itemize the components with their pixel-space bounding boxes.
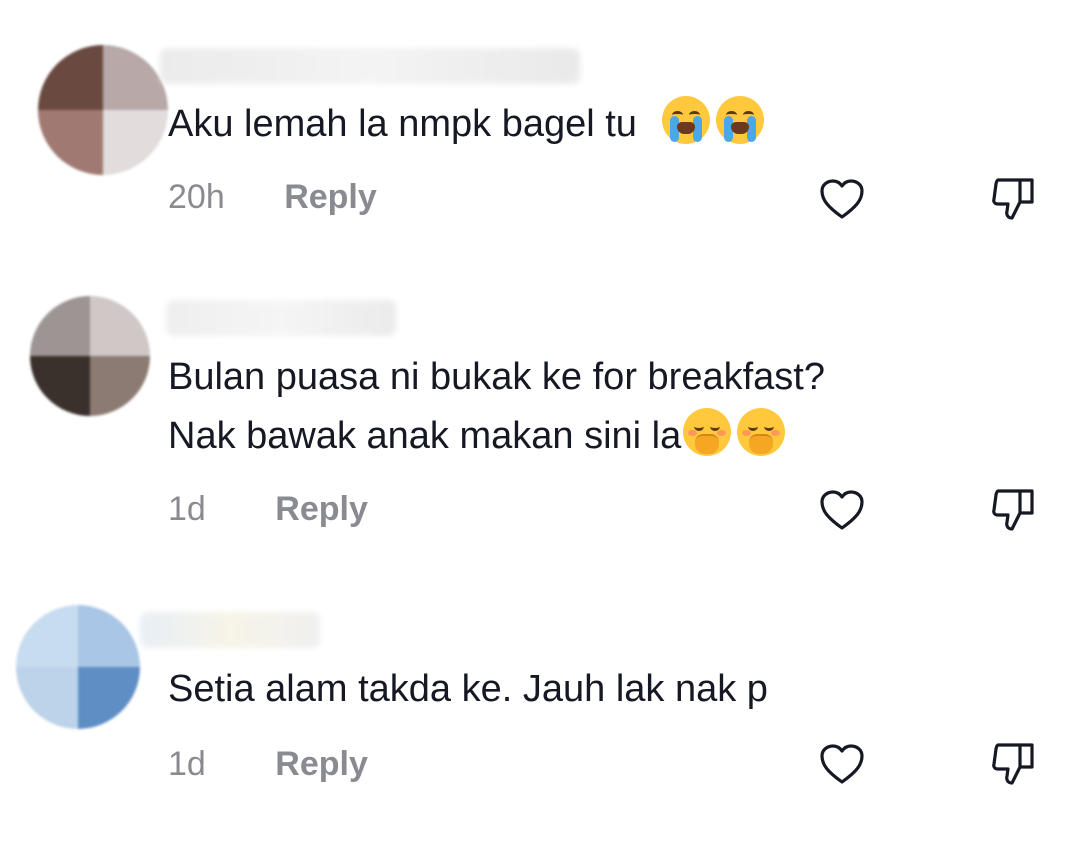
reply-button[interactable]: Reply (275, 745, 368, 784)
avatar[interactable] (16, 605, 140, 729)
thumbs-down-icon[interactable] (990, 741, 1038, 787)
heart-icon[interactable] (818, 742, 866, 786)
username-redacted[interactable] (140, 612, 320, 648)
comment-item: Setia alam takda ke. Jauh lak nak p 1d R… (0, 0, 1080, 848)
comment-time: 1d (168, 745, 206, 783)
comment-text-content: Setia alam takda ke. Jauh lak nak p (168, 668, 768, 710)
comment-meta: 1d Reply (168, 745, 368, 784)
comment-text: Setia alam takda ke. Jauh lak nak p (168, 664, 768, 714)
